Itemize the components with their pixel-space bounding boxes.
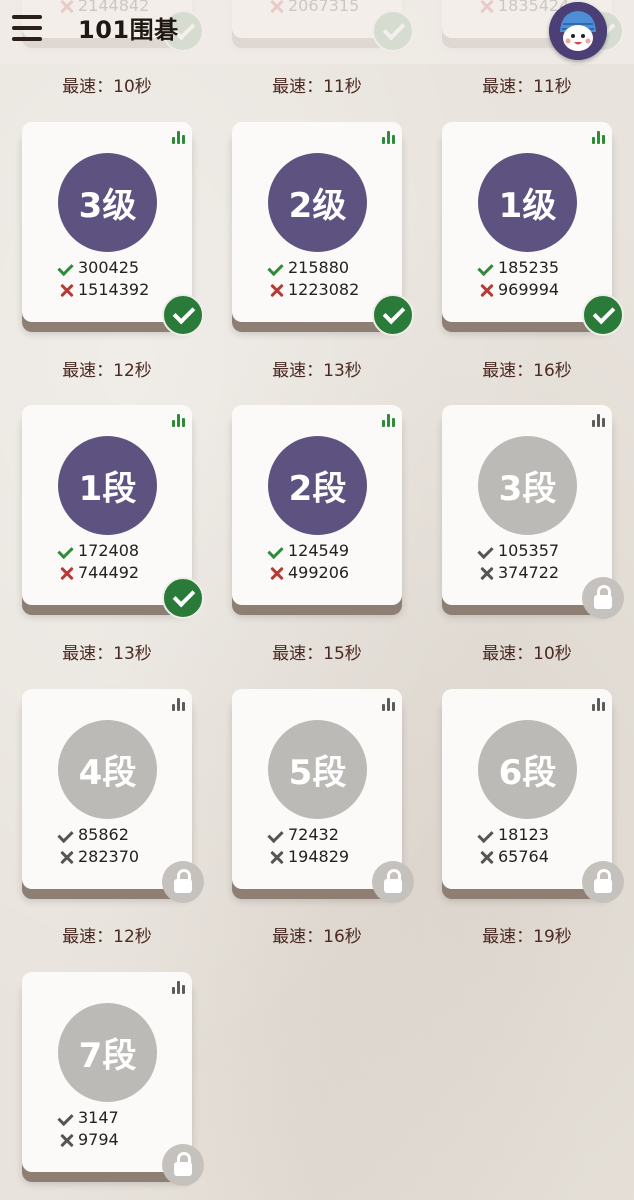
stats-chart-icon[interactable] xyxy=(382,130,396,144)
lock-icon xyxy=(162,1144,204,1186)
completed-check-icon xyxy=(162,577,204,619)
avatar-icon xyxy=(549,2,607,60)
completed-check-icon xyxy=(162,294,204,336)
check-icon xyxy=(268,543,286,559)
correct-count: 172408 xyxy=(58,541,139,560)
lock-icon xyxy=(582,861,624,903)
level-card-5dan[interactable]: 5段 72432 194829 xyxy=(232,689,414,903)
correct-count: 185235 xyxy=(478,258,559,277)
check-icon xyxy=(58,1110,76,1126)
level-badge: 1段 xyxy=(58,436,157,535)
check-icon xyxy=(268,827,286,843)
level-badge: 1级 xyxy=(478,153,577,252)
stats-chart-icon[interactable] xyxy=(592,130,606,144)
correct-count: 105357 xyxy=(478,541,559,560)
level-badge: 7段 xyxy=(58,1003,157,1102)
level-card-6dan[interactable]: 6段 18123 65764 xyxy=(442,689,624,903)
cross-icon xyxy=(58,1132,76,1148)
level-card-2kyu[interactable]: 2级 215880 1223082 xyxy=(232,122,414,336)
completed-check-icon xyxy=(582,294,624,336)
stats-chart-icon[interactable] xyxy=(172,413,186,427)
check-icon xyxy=(478,543,496,559)
stats-chart-icon[interactable] xyxy=(382,413,396,427)
best-time: 最速：13秒 xyxy=(62,644,152,664)
cross-icon xyxy=(478,282,496,298)
best-time: 最速：11秒 xyxy=(272,77,362,97)
level-badge: 3级 xyxy=(58,153,157,252)
stats-chart-icon[interactable] xyxy=(172,980,186,994)
correct-count: 3147 xyxy=(58,1108,119,1127)
wrong-count: 744492 xyxy=(58,563,139,582)
wrong-count: 9794 xyxy=(58,1130,119,1149)
app-title: 101围碁 xyxy=(78,16,179,44)
best-time: 最速：13秒 xyxy=(272,361,362,381)
best-time: 最速：10秒 xyxy=(482,644,572,664)
level-card-3dan[interactable]: 3段 105357 374722 xyxy=(442,405,624,619)
stats-chart-icon[interactable] xyxy=(382,697,396,711)
best-time: 最速：12秒 xyxy=(62,927,152,947)
best-time: 最速：10秒 xyxy=(62,77,152,97)
user-avatar[interactable] xyxy=(549,2,607,60)
wrong-count: 65764 xyxy=(478,847,549,866)
check-icon xyxy=(58,260,76,276)
correct-count: 215880 xyxy=(268,258,349,277)
wrong-count: 374722 xyxy=(478,563,559,582)
wrong-count: 282370 xyxy=(58,847,139,866)
level-badge: 3段 xyxy=(478,436,577,535)
correct-count: 18123 xyxy=(478,825,549,844)
level-card-1dan[interactable]: 1段 172408 744492 xyxy=(22,405,204,619)
lock-icon xyxy=(372,861,414,903)
best-time: 最速：16秒 xyxy=(272,927,362,947)
stats-chart-icon[interactable] xyxy=(592,413,606,427)
correct-count: 85862 xyxy=(58,825,129,844)
level-badge: 2级 xyxy=(268,153,367,252)
lock-icon xyxy=(582,577,624,619)
stats-chart-icon[interactable] xyxy=(172,697,186,711)
wrong-count: 969994 xyxy=(478,280,559,299)
menu-button[interactable] xyxy=(12,12,44,44)
app-header: 101围碁 xyxy=(0,0,634,64)
check-icon xyxy=(478,827,496,843)
stats-chart-icon[interactable] xyxy=(172,130,186,144)
wrong-count: 1514392 xyxy=(58,280,149,299)
cross-icon xyxy=(58,282,76,298)
correct-count: 300425 xyxy=(58,258,139,277)
level-card-2dan[interactable]: 2段 124549 499206 xyxy=(232,405,402,605)
level-badge: 4段 xyxy=(58,720,157,819)
cross-icon xyxy=(478,565,496,581)
level-badge: 6段 xyxy=(478,720,577,819)
wrong-count: 1223082 xyxy=(268,280,359,299)
best-time: 最速：19秒 xyxy=(482,927,572,947)
best-time: 最速：16秒 xyxy=(482,361,572,381)
best-time: 最速：15秒 xyxy=(272,644,362,664)
cross-icon xyxy=(268,849,286,865)
cross-icon xyxy=(58,849,76,865)
cross-icon xyxy=(268,565,286,581)
level-badge: 5段 xyxy=(268,720,367,819)
level-card-7dan[interactable]: 7段 3147 9794 xyxy=(22,972,204,1186)
check-icon xyxy=(478,260,496,276)
check-icon xyxy=(58,543,76,559)
level-card-3kyu[interactable]: 3级 300425 1514392 xyxy=(22,122,204,336)
cross-icon xyxy=(268,282,286,298)
check-icon xyxy=(58,827,76,843)
level-card-4dan[interactable]: 4段 85862 282370 xyxy=(22,689,204,903)
wrong-count: 194829 xyxy=(268,847,349,866)
best-time: 最速：11秒 xyxy=(482,77,572,97)
correct-count: 72432 xyxy=(268,825,339,844)
stats-chart-icon[interactable] xyxy=(592,697,606,711)
check-icon xyxy=(268,260,286,276)
level-card-1kyu[interactable]: 1级 185235 969994 xyxy=(442,122,624,336)
cross-icon xyxy=(58,565,76,581)
lock-icon xyxy=(162,861,204,903)
level-badge: 2段 xyxy=(268,436,367,535)
wrong-count: 499206 xyxy=(268,563,349,582)
cross-icon xyxy=(478,849,496,865)
correct-count: 124549 xyxy=(268,541,349,560)
best-time: 最速：12秒 xyxy=(62,361,152,381)
completed-check-icon xyxy=(372,294,414,336)
